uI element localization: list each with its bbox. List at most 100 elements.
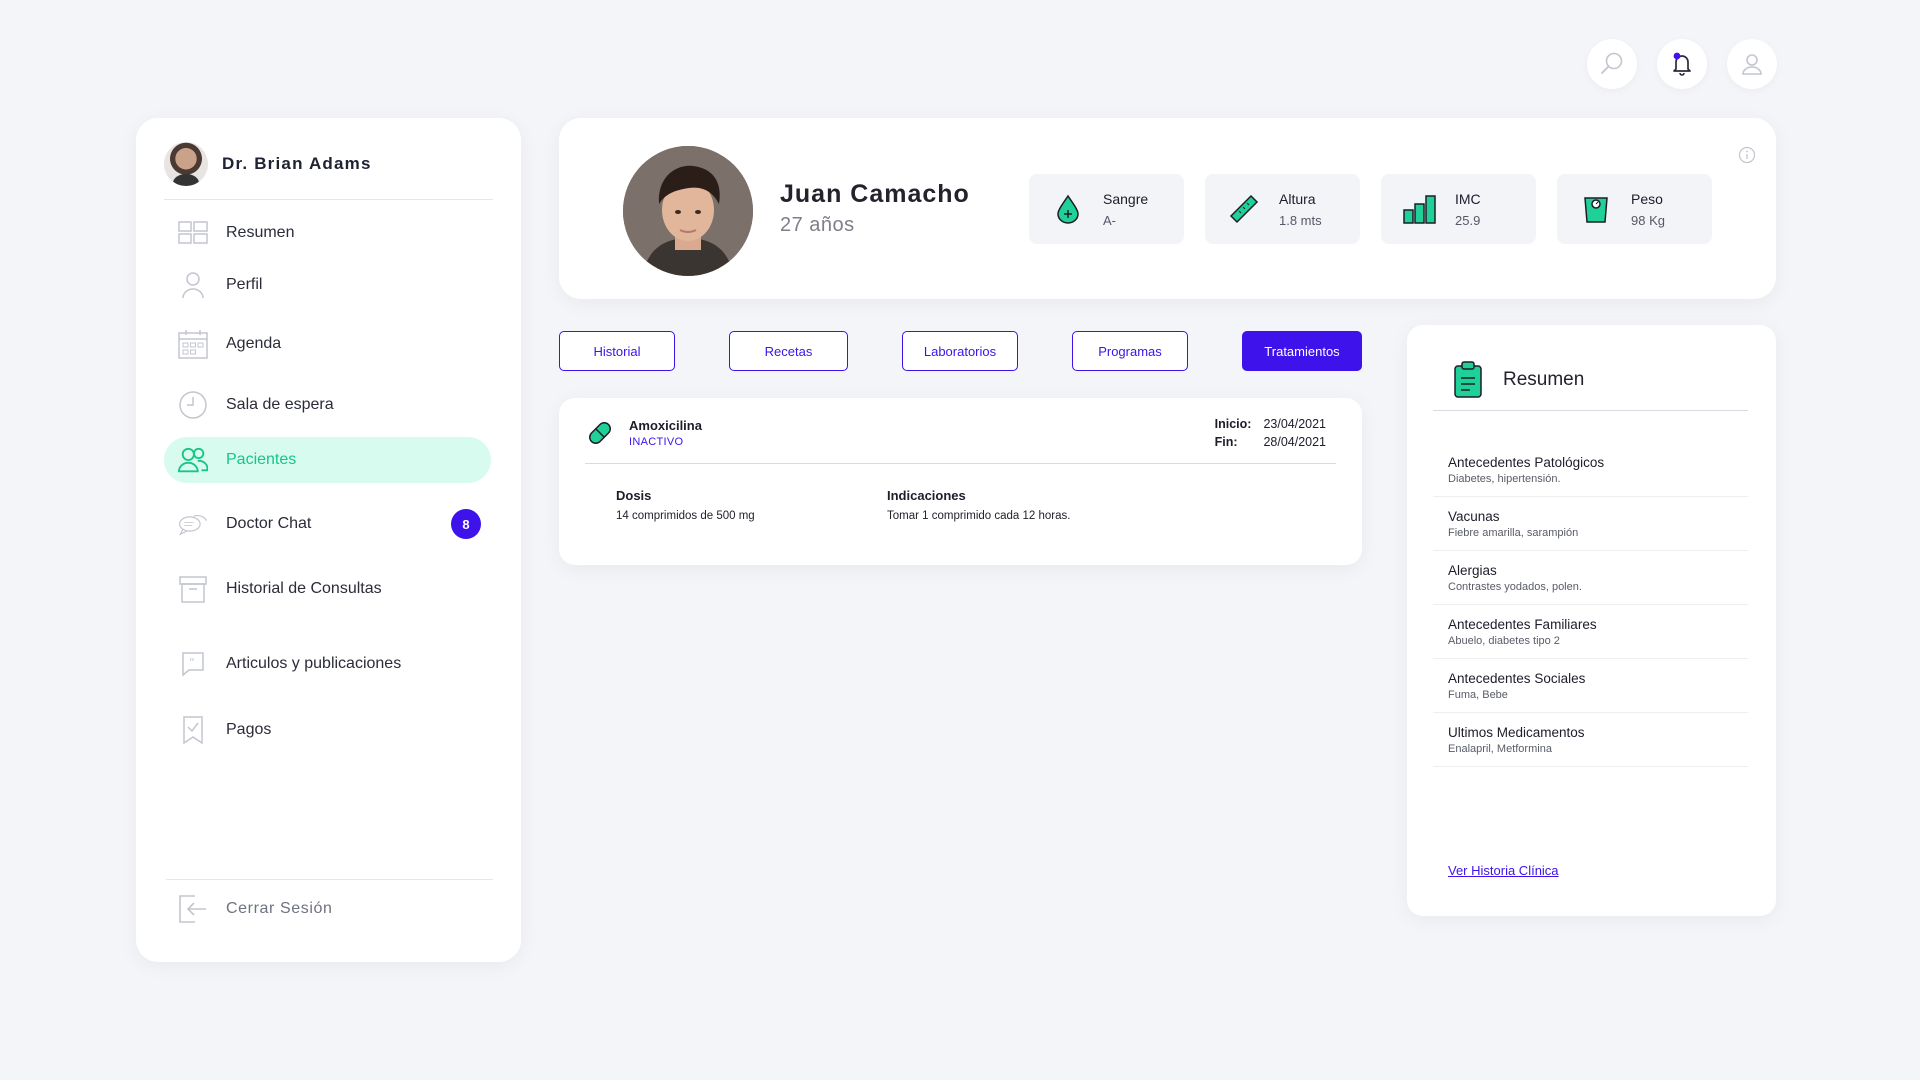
sidebar-item-pagos[interactable]: Pagos [164, 707, 491, 753]
summary-item-title: Ultimos Medicamentos [1448, 725, 1585, 740]
doctor-avatar [164, 141, 208, 186]
summary-item-detail: Contrastes yodados, polen. [1448, 581, 1582, 593]
tab-programas[interactable]: Programas [1072, 331, 1188, 371]
end-date: 28/04/2021 [1263, 435, 1326, 449]
unread-badge: 8 [451, 509, 481, 539]
grid-icon [178, 218, 208, 248]
stat-label: IMC [1455, 190, 1481, 207]
sidebar-item-historial-de-consultas[interactable]: Historial de Consultas [164, 566, 491, 612]
drop-icon [1051, 192, 1085, 226]
summary-item-detail: Fiebre amarilla, sarampión [1448, 527, 1579, 539]
sidebar-item-label: Pagos [226, 721, 272, 738]
summary-item-detail: Diabetes, hipertensión. [1448, 473, 1561, 485]
clipboard-icon [1453, 361, 1483, 404]
sidebar-item-articulos[interactable]: “ Articulos y publicaciones [164, 641, 491, 687]
summary-item: Antecedentes Sociales Fuma, Bebe [1433, 659, 1748, 713]
logout-label: Cerrar Sesión [226, 900, 333, 917]
person-icon [178, 270, 208, 300]
summary-item-title: Alergias [1448, 563, 1497, 578]
doctor-name: Dr. Brian Adams [222, 153, 372, 173]
sidebar-divider [166, 879, 493, 880]
bell-icon [1673, 52, 1691, 76]
medication-status: INACTIVO [629, 436, 684, 448]
sidebar-item-label: Pacientes [226, 451, 297, 468]
ruler-icon [1227, 192, 1261, 226]
view-clinical-history-link[interactable]: Ver Historia Clínica [1448, 863, 1559, 878]
sidebar-item-resumen[interactable]: Resumen [164, 210, 491, 256]
indications-title: Indicaciones [887, 488, 966, 503]
start-date: 23/04/2021 [1263, 417, 1326, 431]
summary-item: Alergias Contrastes yodados, polen. [1433, 551, 1748, 605]
top-actions [1587, 39, 1777, 89]
calendar-icon [178, 329, 208, 359]
sidebar-item-label: Historial de Consultas [226, 580, 382, 597]
pill-icon [585, 418, 615, 453]
summary-panel: Resumen Antecedentes Patológicos Diabete… [1407, 325, 1776, 916]
sidebar: Dr. Brian Adams Resumen Perfil Agenda Sa… [136, 118, 521, 962]
summary-header: Resumen [1433, 361, 1748, 411]
sidebar-item-label: Sala de espera [226, 396, 334, 413]
clock-icon [178, 390, 208, 420]
treatment-dates: Inicio: 23/04/2021 Fin: 28/04/2021 [1215, 417, 1326, 449]
summary-item: Antecedentes Patológicos Diabetes, hiper… [1433, 443, 1748, 497]
patient-name: Juan Camacho [780, 180, 970, 208]
user-icon [1742, 54, 1762, 75]
sidebar-item-doctor-chat[interactable]: Doctor Chat 8 [164, 501, 491, 547]
summary-item: Ultimos Medicamentos Enalapril, Metformi… [1433, 713, 1748, 767]
stat-peso: Peso 98 Kg [1557, 174, 1712, 244]
dose-title: Dosis [616, 488, 652, 503]
sidebar-item-agenda[interactable]: Agenda [164, 321, 491, 367]
summary-item-title: Antecedentes Sociales [1448, 671, 1586, 686]
sidebar-item-label: Articulos y publicaciones [226, 655, 402, 672]
sidebar-item-label: Doctor Chat [226, 515, 312, 532]
scale-icon [1579, 192, 1613, 226]
users-icon [178, 445, 208, 475]
patient-header-card: Juan Camacho 27 años Sangre A- Altura 1.8 … [559, 118, 1776, 299]
archive-icon [178, 574, 208, 604]
sidebar-item-label: Perfil [226, 276, 263, 293]
stat-value: 25.9 [1455, 212, 1481, 228]
stat-label: Sangre [1103, 190, 1149, 207]
quote-icon: “ [178, 649, 208, 679]
medication-name: Amoxicilina [629, 418, 702, 433]
user-menu-button[interactable] [1727, 39, 1777, 89]
logout-icon [178, 894, 208, 924]
doctor-profile[interactable]: Dr. Brian Adams [164, 128, 493, 200]
summary-item-detail: Abuelo, diabetes tipo 2 [1448, 635, 1560, 647]
patient-photo [623, 146, 753, 276]
stat-sangre: Sangre A- [1029, 174, 1184, 244]
tab-laboratorios[interactable]: Laboratorios [902, 331, 1018, 371]
start-label: Inicio: [1214, 417, 1252, 431]
summary-title: Resumen [1503, 369, 1585, 390]
search-button[interactable] [1587, 39, 1637, 89]
summary-item: Antecedentes Familiares Abuelo, diabetes… [1433, 605, 1748, 659]
treatment-card[interactable]: Amoxicilina INACTIVO Inicio: 23/04/2021 … [559, 398, 1362, 565]
tab-historial[interactable]: Historial [559, 331, 675, 371]
summary-item-detail: Fuma, Bebe [1448, 689, 1508, 701]
tab-tratamientos[interactable]: Tratamientos [1242, 331, 1362, 371]
summary-item-detail: Enalapril, Metformina [1448, 743, 1552, 755]
summary-item-title: Antecedentes Patológicos [1448, 455, 1605, 470]
receipt-icon [178, 715, 208, 745]
dose-value: 14 comprimidos de 500 mg [616, 510, 755, 522]
sidebar-item-pacientes[interactable]: Pacientes [164, 437, 491, 483]
logout-button[interactable]: Cerrar Sesión [178, 894, 333, 924]
summary-item-title: Antecedentes Familiares [1448, 617, 1597, 632]
info-icon[interactable] [1738, 146, 1756, 169]
tab-recetas[interactable]: Recetas [729, 331, 848, 371]
stat-value: A- [1103, 212, 1116, 228]
indications-value: Tomar 1 comprimido cada 12 horas. [887, 510, 1071, 522]
stat-altura: Altura 1.8 mts [1205, 174, 1360, 244]
end-label: Fin: [1214, 435, 1238, 449]
sidebar-item-sala-de-espera[interactable]: Sala de espera [164, 382, 491, 428]
chat-icon [178, 509, 208, 539]
stat-label: Altura [1279, 190, 1316, 207]
notifications-button[interactable] [1657, 39, 1707, 89]
bars-icon [1403, 192, 1437, 226]
patient-age: 27 años [780, 214, 855, 236]
sidebar-item-perfil[interactable]: Perfil [164, 262, 491, 308]
stat-imc: IMC 25.9 [1381, 174, 1536, 244]
svg-text:“: “ [189, 656, 195, 669]
summary-item-title: Vacunas [1448, 509, 1500, 524]
stat-value: 1.8 mts [1279, 212, 1322, 228]
